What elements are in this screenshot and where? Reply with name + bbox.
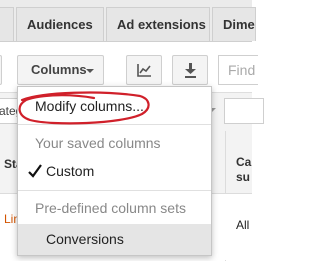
tab-dimensions[interactable]: Dime (212, 7, 256, 41)
filter-right-control[interactable] (224, 98, 264, 124)
download-button[interactable] (172, 55, 208, 85)
annotation-circle (18, 91, 150, 125)
toolbar-partial-button[interactable] (0, 55, 2, 85)
menu-item-conversions[interactable]: Conversions (18, 224, 211, 255)
chevron-down-icon (86, 69, 94, 73)
tab-audiences[interactable]: Audiences (16, 7, 104, 41)
menu-section-predefined-column-sets: Pre-defined column sets (35, 200, 186, 216)
columns-button[interactable]: Columns (17, 55, 104, 85)
menu-section-saved-columns: Your saved columns (35, 135, 161, 151)
tab-partial[interactable] (0, 7, 14, 41)
toolbar: Columns Find (0, 42, 258, 92)
column-header-right[interactable]: Ca su (236, 155, 266, 185)
menu-item-custom[interactable]: Custom (18, 161, 211, 181)
line-chart-button[interactable] (126, 55, 162, 85)
tab-ad-extensions[interactable]: Ad extensions (106, 7, 210, 41)
line-chart-icon (137, 64, 151, 77)
columns-button-label: Columns (31, 62, 87, 77)
search-input[interactable]: Find (218, 55, 258, 85)
tab-bar: Audiences Ad extensions Dime (0, 0, 256, 42)
row-right-value: All (236, 218, 250, 232)
download-icon (185, 63, 196, 78)
check-icon (28, 164, 42, 178)
menu-divider (18, 190, 211, 191)
